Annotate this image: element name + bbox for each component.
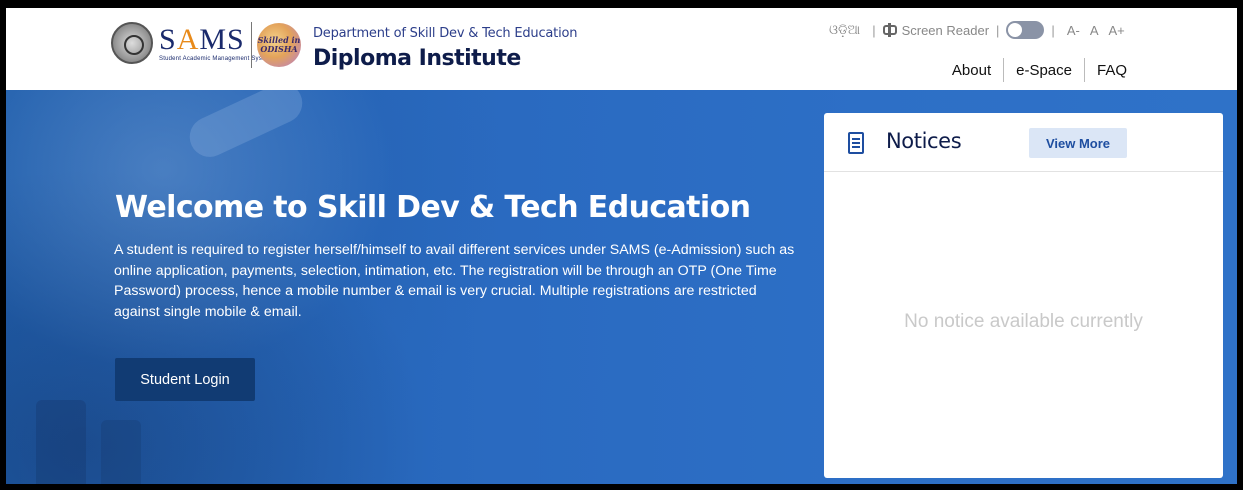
hero-title: Welcome to Skill Dev & Tech Education [115, 190, 751, 225]
notices-title: Notices [886, 129, 962, 153]
hero-description: A student is required to register hersel… [114, 242, 795, 320]
screen-reader-link[interactable]: Screen Reader [902, 23, 989, 38]
sams-wordmark: SAMS [159, 22, 245, 56]
contrast-toggle[interactable] [1006, 21, 1045, 39]
font-increase-button[interactable]: A+ [1108, 23, 1124, 38]
student-login-button[interactable]: Student Login [115, 358, 255, 401]
notices-header: Notices View More [824, 113, 1223, 172]
nav-about[interactable]: About [940, 62, 1003, 79]
view-more-button[interactable]: View More [1029, 128, 1127, 158]
nav-espace[interactable]: e-Space [1004, 62, 1084, 79]
font-normal-button[interactable]: A [1090, 23, 1099, 38]
document-icon [848, 132, 864, 154]
notices-panel: Notices View More No notice available cu… [824, 113, 1223, 478]
font-decrease-button[interactable]: A- [1067, 23, 1080, 38]
main-nav: About e-Space FAQ [940, 58, 1139, 82]
department-name: Department of Skill Dev & Tech Education [313, 26, 578, 41]
skilled-in-odisha-logo: Skilled in ODISHA [257, 23, 301, 67]
empty-notices-message: No notice available currently [904, 311, 1143, 332]
institute-name: Diploma Institute [313, 46, 521, 71]
page-frame: SAMS Student Academic Management System … [6, 8, 1237, 484]
screen-reader-icon [882, 23, 897, 37]
header-divider [251, 22, 252, 68]
sams-subtext: Student Academic Management System [159, 55, 273, 62]
utility-bar: ଓଡ଼ିଆ | Screen Reader | | A- A A+ [829, 21, 1125, 39]
odisha-emblem-icon [111, 22, 153, 64]
sams-logo[interactable]: SAMS Student Academic Management System [111, 22, 273, 64]
site-header: SAMS Student Academic Management System … [6, 8, 1237, 90]
nav-faq[interactable]: FAQ [1085, 62, 1139, 79]
language-odia-link[interactable]: ଓଡ଼ିଆ [829, 22, 860, 38]
